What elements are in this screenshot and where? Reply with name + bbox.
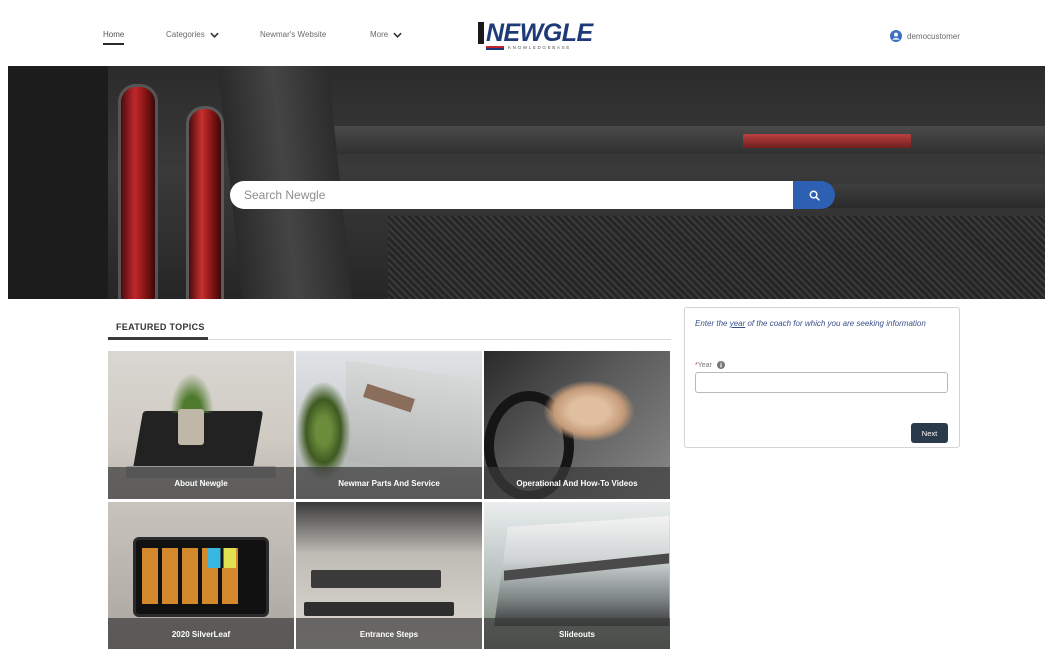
search-button[interactable] bbox=[793, 181, 835, 209]
topic-tile-2020-silverleaf[interactable]: 2020 SilverLeaf bbox=[108, 502, 294, 649]
topic-tile-label: Slideouts bbox=[484, 618, 670, 649]
year-field-label: *Year bbox=[695, 361, 725, 369]
newgle-logo[interactable]: NEWGLE KNOWLEDGEBASE bbox=[478, 19, 593, 52]
info-icon[interactable] bbox=[716, 361, 725, 369]
featured-heading-underline bbox=[108, 337, 208, 340]
topic-tile-entrance-steps[interactable]: Entrance Steps bbox=[296, 502, 482, 649]
nav-home[interactable]: Home bbox=[103, 30, 125, 45]
topic-tile-about-newgle[interactable]: About Newgle bbox=[108, 351, 294, 499]
nav-more-label: More bbox=[370, 30, 389, 39]
hero-marker-light bbox=[743, 134, 911, 148]
tree-image bbox=[296, 381, 351, 481]
nav-newmars-website[interactable]: Newmar's Website bbox=[260, 30, 326, 39]
step-image bbox=[304, 602, 454, 616]
user-menu[interactable]: democustomer bbox=[890, 30, 960, 42]
plant-image bbox=[170, 373, 214, 413]
instructions-suffix: of the coach for which you are seeking i… bbox=[745, 319, 926, 328]
logo-flag-icon bbox=[486, 46, 504, 50]
search-icon bbox=[809, 190, 820, 201]
next-button[interactable]: Next bbox=[911, 423, 948, 443]
logo-wordmark: NEWGLE bbox=[486, 19, 593, 47]
topic-tile-label: About Newgle bbox=[108, 467, 294, 499]
top-header: Home Categories Newmar's Website More NE… bbox=[0, 0, 1045, 66]
instructions-prefix: Enter the bbox=[695, 319, 730, 328]
year-label-text: Year bbox=[697, 361, 712, 369]
nav-more[interactable]: More bbox=[370, 30, 402, 39]
chevron-down-icon bbox=[393, 32, 402, 38]
nav-categories-label: Categories bbox=[166, 30, 205, 39]
hero-tail-light bbox=[118, 84, 158, 299]
instructions-emphasis: year bbox=[729, 319, 746, 328]
topic-tile-label: 2020 SilverLeaf bbox=[108, 618, 294, 649]
topic-tile-label: Entrance Steps bbox=[296, 618, 482, 649]
topic-tile-slideouts[interactable]: Slideouts bbox=[484, 502, 670, 649]
nav-categories[interactable]: Categories bbox=[166, 30, 219, 39]
chevron-down-icon bbox=[210, 32, 219, 38]
step-image bbox=[311, 570, 441, 588]
logo-subtitle: KNOWLEDGEBASE bbox=[508, 45, 571, 50]
hero-trim bbox=[328, 126, 1045, 154]
topic-tile-label: Newmar Parts And Service bbox=[296, 467, 482, 499]
search-bar bbox=[230, 181, 835, 209]
nav-home-label: Home bbox=[103, 30, 125, 39]
topic-tile-label: Operational And How-To Videos bbox=[484, 467, 670, 499]
topic-tile-how-to-videos[interactable]: Operational And How-To Videos bbox=[484, 351, 670, 499]
hero-grille bbox=[388, 216, 1045, 299]
topic-tile-parts-and-service[interactable]: Newmar Parts And Service bbox=[296, 351, 482, 499]
hero-shade bbox=[8, 66, 108, 299]
user-circle-icon bbox=[890, 30, 902, 42]
plant-pot-image bbox=[178, 409, 204, 445]
building-image bbox=[346, 360, 482, 482]
hand-image bbox=[544, 381, 634, 441]
search-input[interactable] bbox=[230, 181, 793, 209]
coach-year-instructions: Enter the year of the coach for which yo… bbox=[695, 318, 945, 329]
control-panel-gauges bbox=[208, 548, 236, 568]
logo-bar bbox=[478, 22, 484, 44]
user-name: democustomer bbox=[907, 31, 960, 41]
featured-topics-heading: FEATURED TOPICS bbox=[116, 322, 205, 332]
hero-tail-light bbox=[186, 106, 224, 299]
nav-website-label: Newmar's Website bbox=[260, 30, 327, 39]
year-input[interactable] bbox=[695, 372, 948, 393]
